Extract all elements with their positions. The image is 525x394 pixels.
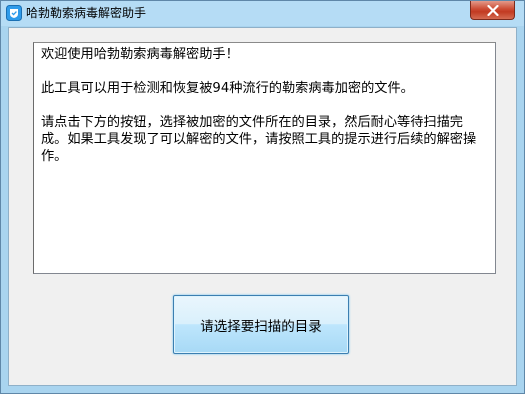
info-textbox[interactable]: 欢迎使用哈勃勒索病毒解密助手！ 此工具可以用于检测和恢复被94种流行的勒索病毒加… — [33, 42, 496, 274]
description-line: 此工具可以用于检测和恢复被94种流行的勒索病毒加密的文件。 — [41, 81, 414, 96]
app-window: 哈勃勒索病毒解密助手 欢迎使用哈勃勒索病毒解密助手！ 此工具可以用于检测和恢复被… — [0, 0, 525, 394]
title-bar[interactable]: 哈勃勒索病毒解密助手 — [1, 1, 524, 26]
app-shield-icon — [6, 5, 22, 21]
close-button[interactable] — [470, 1, 515, 20]
instruction-line: 请点击下方的按钮，选择被加密的文件所在的目录，然后耐心等待扫描完成。如果工具发现… — [41, 115, 477, 164]
select-directory-button[interactable]: 请选择要扫描的目录 — [173, 295, 349, 354]
client-area: 欢迎使用哈勃勒索病毒解密助手！ 此工具可以用于检测和恢复被94种流行的勒索病毒加… — [8, 27, 517, 386]
welcome-line: 欢迎使用哈勃勒索病毒解密助手！ — [41, 47, 239, 62]
window-title: 哈勃勒索病毒解密助手 — [26, 6, 147, 20]
close-icon — [487, 5, 499, 16]
